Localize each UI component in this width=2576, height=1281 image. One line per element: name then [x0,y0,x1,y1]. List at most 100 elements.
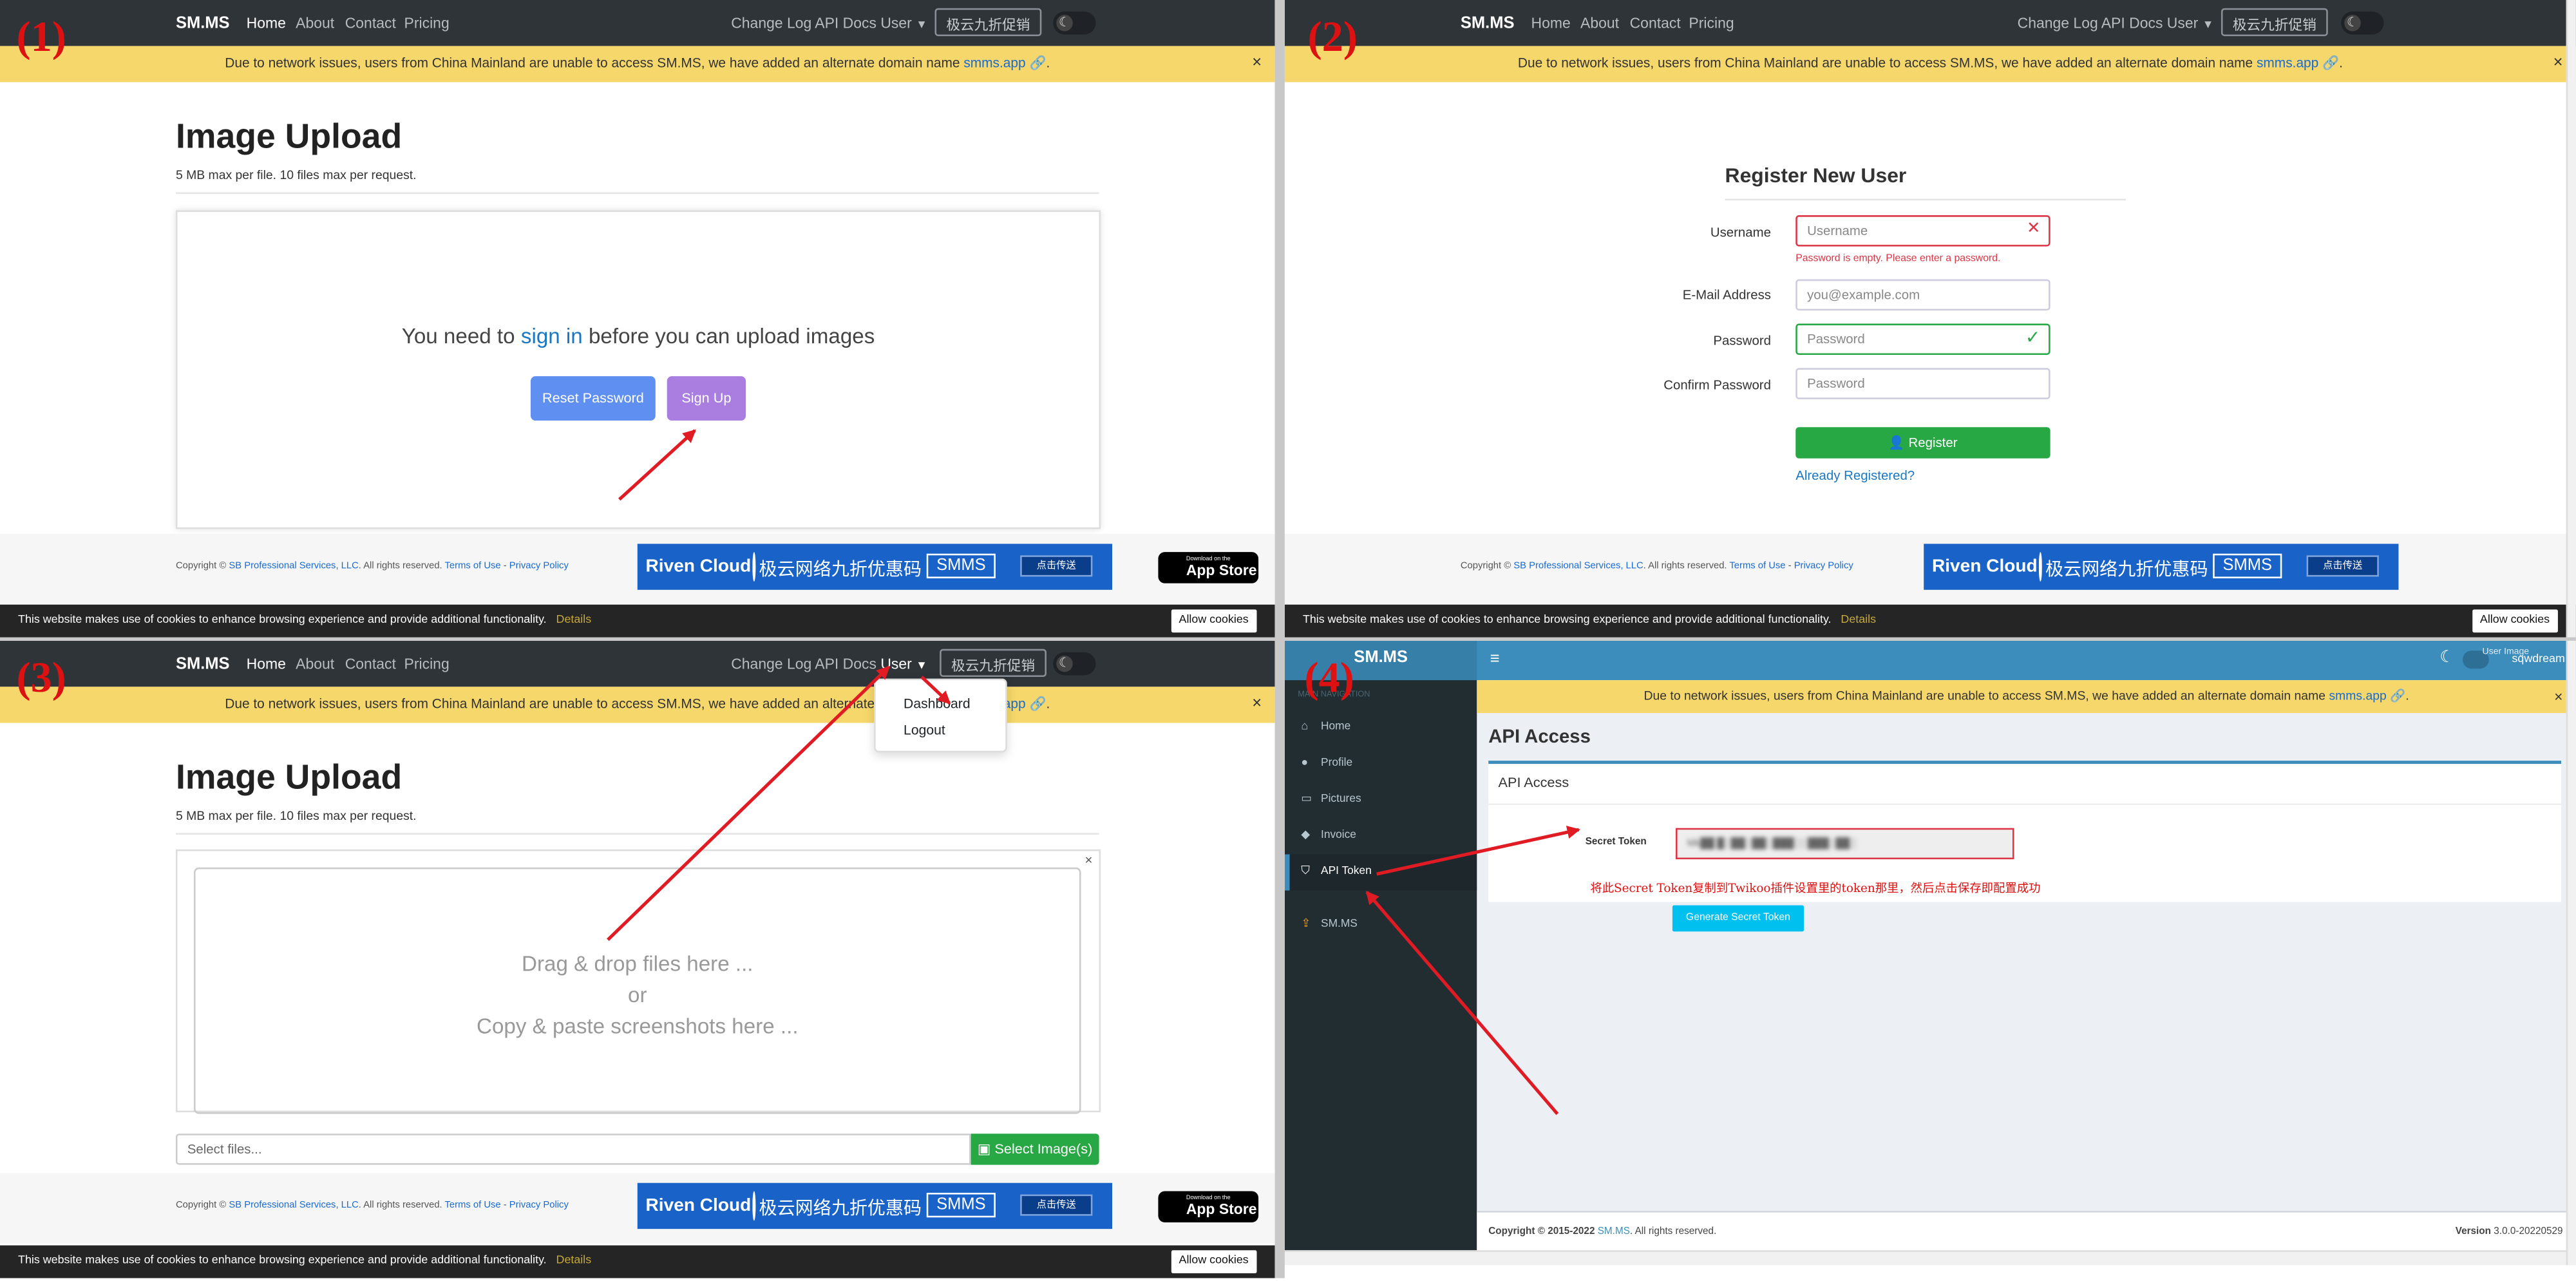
allow-cookies-button[interactable]: Allow cookies [2472,609,2558,633]
banner-link[interactable]: smms.app [963,56,1025,71]
nav-contact[interactable]: Contact [345,15,396,32]
generate-token-button[interactable]: Generate Secret Token [1672,905,1804,932]
nav-home[interactable]: Home [1531,15,1571,32]
password-label: Password [1713,333,1771,348]
banner-link[interactable]: smms.app [2329,688,2386,703]
close-icon[interactable]: × [1252,46,1262,82]
nav-apidocs[interactable]: API Docs [815,656,876,672]
ad-banner[interactable]: Riven Cloud 极云网络九折优惠码 SMMS 点击传送 [1924,544,2399,590]
ad-code: SMMS [2213,553,2282,578]
terms-link[interactable]: Terms of Use [445,562,501,571]
confirm-password-field[interactable]: Password [1795,368,2050,399]
file-input[interactable]: Select files... [175,1134,971,1165]
step-label: (2) [1307,13,1358,61]
appstore-badge[interactable]: Download on the App Store [1158,552,1259,584]
terms-link[interactable]: Terms of Use [1729,562,1785,571]
already-registered-link[interactable]: Already Registered? [1795,468,1915,483]
nav-changelog[interactable]: Change Log [731,15,811,32]
nav-user-menu[interactable]: User ▼ [2167,15,2214,32]
moon-icon[interactable]: ☾ [2439,649,2454,667]
secret-token-value: Mk██ █░██░██░███░░███░██░ [1687,839,1857,849]
promo-button[interactable]: 极云九折促销 [940,649,1047,678]
nav-pricing[interactable]: Pricing [404,15,450,32]
nav-contact[interactable]: Contact [345,656,396,672]
step-label: (4) [1304,654,1354,702]
privacy-link[interactable]: Privacy Policy [509,1201,569,1211]
sidebar-item-invoice[interactable]: ◆ Invoice [1285,818,1477,854]
theme-toggle[interactable]: ☾ [1053,652,1096,676]
sidebar-item-label: Profile [1321,757,1353,769]
company-link[interactable]: SB Professional Services, LLC [1513,562,1643,571]
theme-toggle[interactable]: ☾ [1053,11,1096,35]
signup-button[interactable]: Sign Up [667,376,746,421]
images-icon: ▣ [977,1140,991,1157]
close-icon[interactable]: × [1252,687,1262,723]
allow-cookies-button[interactable]: Allow cookies [1170,609,1257,633]
nav-changelog[interactable]: Change Log [731,656,811,672]
footer-copyright: Copyright © SB Professional Services, LL… [176,1201,569,1211]
privacy-link[interactable]: Privacy Policy [509,562,569,571]
nav-apidocs[interactable]: API Docs [815,15,876,32]
appstore-badge[interactable]: Download on the App Store [1158,1191,1259,1222]
dropzone[interactable]: × Drag & drop files here ... or Copy & p… [175,849,1101,1114]
cookie-details-link[interactable]: Details [556,1255,592,1267]
nav-home[interactable]: Home [247,15,286,32]
nav-pricing[interactable]: Pricing [1689,15,1734,32]
username[interactable]: sqwdream [2512,654,2564,665]
nav-changelog[interactable]: Change Log [2018,15,2098,32]
brand-logo[interactable]: SM.MS [1461,15,1515,33]
scrollbar[interactable] [2566,0,2576,638]
promo-button[interactable]: 极云九折促销 [934,8,1042,37]
sidebar-item-profile[interactable]: ● Profile [1285,746,1477,782]
username-field[interactable]: Username ✕ [1795,215,2050,247]
menu-item-logout[interactable]: Logout [904,721,945,738]
nav-about[interactable]: About [1580,15,1619,32]
horizontal-scrollbar[interactable] [1284,1250,2576,1266]
dropzone-inner: Drag & drop files here ... or Copy & pas… [194,867,1081,1114]
sidebar-item-label: Pictures [1321,793,1361,805]
banner-link[interactable]: smms.app [2257,56,2318,71]
brand-logo[interactable]: SM.MS [176,656,230,674]
admin-brand-link[interactable]: SM.MS [1598,1228,1630,1237]
nav-contact[interactable]: Contact [1630,15,1681,32]
sidebar-item-home[interactable]: ⌂ Home [1285,710,1477,746]
company-link[interactable]: SB Professional Services, LLC [229,562,358,571]
sidebar-item-smms[interactable]: ⇪ SM.MS [1285,907,1477,943]
close-icon[interactable]: × [2554,680,2562,713]
password-field[interactable]: Password ✓ [1795,323,2050,356]
menu-icon[interactable]: ≡ [1490,650,1500,669]
ad-banner[interactable]: Riven Cloud 极云网络九折优惠码 SMMS 点击传送 [637,1182,1113,1229]
cookie-details-link[interactable]: Details [556,614,592,626]
nav-apidocs[interactable]: API Docs [2101,15,2163,32]
nav-about[interactable]: About [296,656,334,672]
divider [175,833,1099,835]
sidebar-item-api-token[interactable]: ⛉ API Token [1284,854,1477,891]
privacy-link[interactable]: Privacy Policy [1794,562,1853,571]
close-icon[interactable]: × [2553,46,2563,82]
select-images-button[interactable]: ▣ Select Image(s) [971,1134,1099,1165]
ad-banner[interactable]: Riven Cloud 极云网络九折优惠码 SMMS 点击传送 [637,544,1113,590]
nav-about[interactable]: About [296,15,334,32]
company-link[interactable]: SB Professional Services, LLC [229,1201,358,1211]
promo-button[interactable]: 极云九折促销 [2221,8,2328,37]
email-field[interactable]: you@example.com [1795,279,2050,311]
nav-pricing[interactable]: Pricing [404,656,450,672]
ad-brand: Riven Cloud [1931,556,2038,577]
nav-user-menu[interactable]: User ▼ [880,656,927,672]
scrollbar[interactable] [2566,640,2576,1266]
menu-item-dashboard[interactable]: Dashboard [904,695,971,712]
theme-toggle[interactable]: ☾ [2341,11,2384,35]
terms-link[interactable]: Terms of Use [445,1201,501,1211]
sidebar-item-pictures[interactable]: ▭ Pictures [1285,782,1477,818]
nav-user-menu[interactable]: User ▼ [880,15,927,32]
signin-link[interactable]: sign in [521,324,583,348]
cookie-details-link[interactable]: Details [1841,614,1876,626]
secret-token-field[interactable]: Mk██ █░██░██░███░░███░██░ [1676,828,2014,860]
close-icon[interactable]: × [1084,853,1092,868]
register-button[interactable]: 👤 Register [1795,427,2050,459]
cookie-text: This website makes use of cookies to enh… [1302,614,1832,626]
reset-password-button[interactable]: Reset Password [530,376,656,421]
nav-home[interactable]: Home [247,656,286,672]
brand-logo[interactable]: SM.MS [176,15,230,33]
allow-cookies-button[interactable]: Allow cookies [1170,1250,1257,1274]
